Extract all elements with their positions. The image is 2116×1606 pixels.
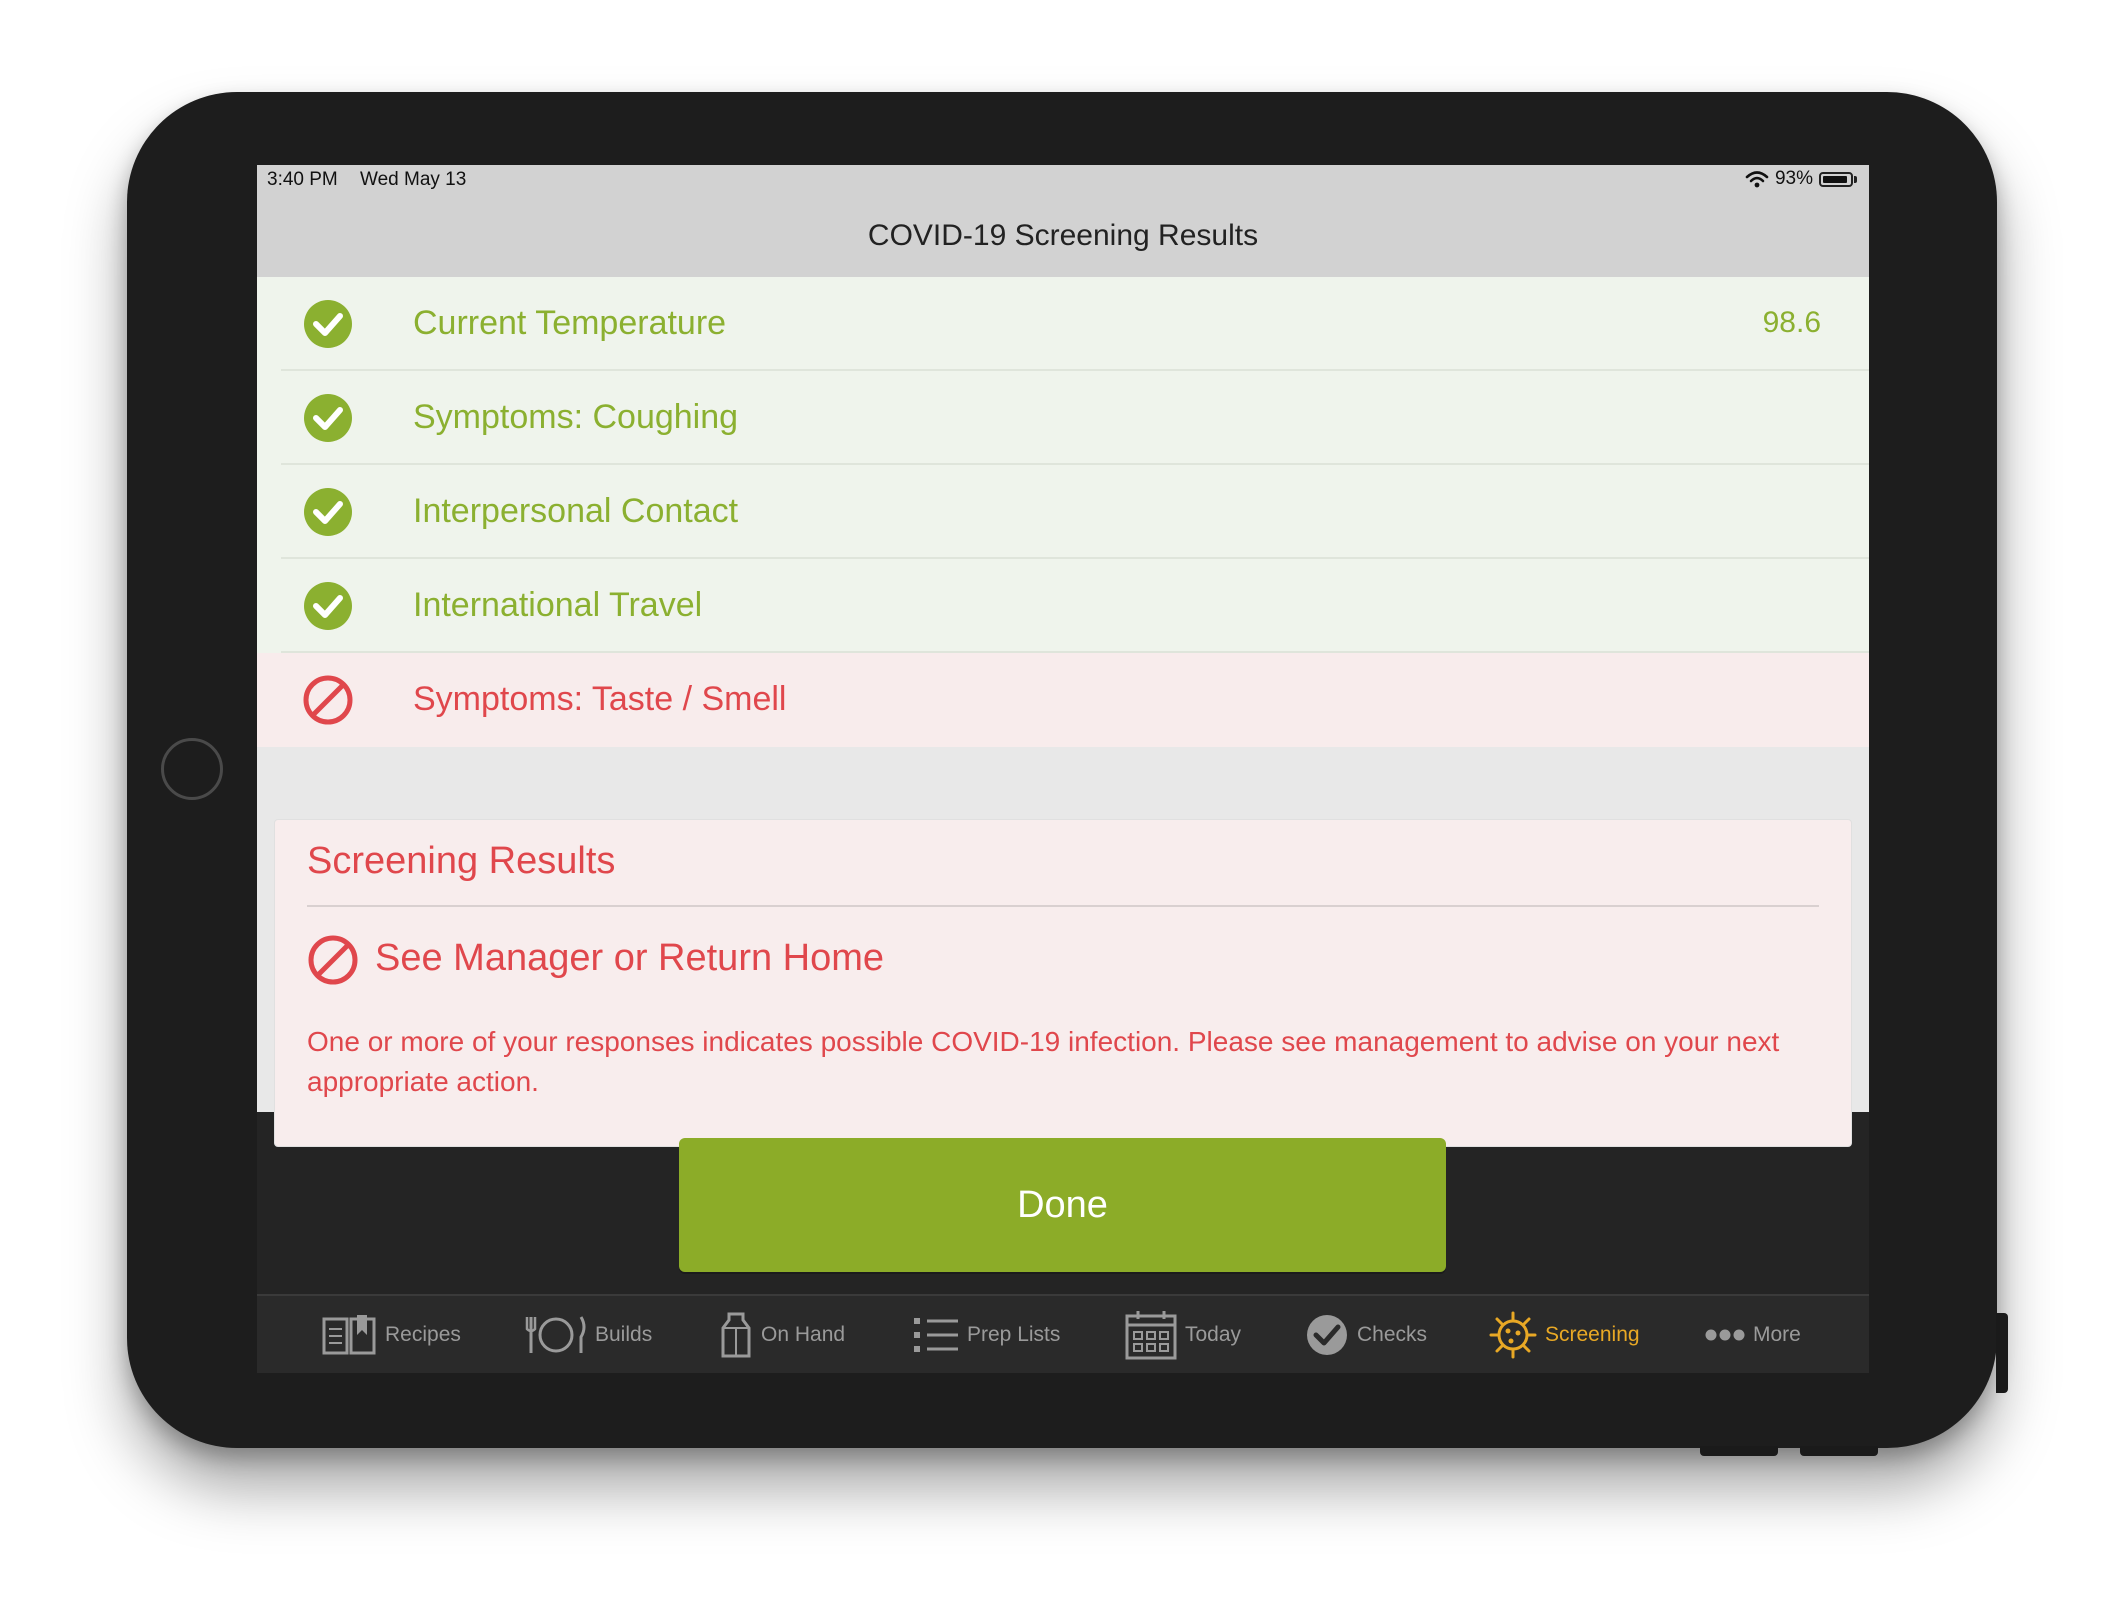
volume-button[interactable] (1800, 1446, 1878, 1456)
tab-label: Checks (1357, 1322, 1428, 1346)
ellipsis-icon (1705, 1329, 1745, 1340)
recipes-book-icon (322, 1314, 376, 1354)
tab-builds[interactable]: Builds (525, 1296, 652, 1373)
page-title: COVID-19 Screening Results (867, 219, 1259, 252)
wifi-icon (1745, 171, 1769, 188)
tab-label: Screening (1545, 1322, 1640, 1346)
tab-recipes[interactable]: Recipes (321, 1296, 461, 1373)
row-label: International Travel (413, 586, 703, 624)
screening-row-temperature[interactable]: Current Temperature 98.6 (257, 277, 1869, 371)
done-button[interactable]: Done (679, 1138, 1446, 1272)
results-message: One or more of your responses indicates … (307, 1026, 1780, 1097)
tab-label: More (1753, 1322, 1801, 1346)
tab-label: Today (1185, 1322, 1242, 1346)
fork-plate-knife-icon (525, 1315, 586, 1353)
calendar-icon (1125, 1310, 1177, 1359)
status-time: 3:40 PM (267, 169, 338, 190)
tab-label: Recipes (385, 1322, 461, 1346)
check-circle-icon (304, 300, 352, 348)
tab-on-hand[interactable]: On Hand (719, 1296, 845, 1373)
side-button[interactable] (1996, 1313, 2008, 1393)
tab-label: Builds (595, 1322, 653, 1346)
status-date: Wed May 13 (360, 169, 467, 190)
results-title: Screening Results (307, 840, 616, 882)
battery-fill (1823, 175, 1848, 183)
battery-icon (1819, 171, 1853, 187)
tab-label: Prep Lists (967, 1322, 1061, 1346)
tab-checks[interactable]: Checks (1305, 1296, 1427, 1373)
screening-results-card: Screening Results See Manager or Return … (274, 819, 1852, 1147)
screening-row-travel[interactable]: International Travel (257, 559, 1869, 653)
battery-tip (1854, 175, 1857, 183)
volume-button[interactable] (1700, 1446, 1778, 1456)
carton-icon (721, 1312, 751, 1357)
check-circle-icon (304, 488, 352, 536)
tab-today[interactable]: Today (1125, 1296, 1241, 1373)
tab-label: On Hand (761, 1322, 846, 1346)
row-label: Symptoms: Taste / Smell (413, 680, 787, 718)
checkmark-circle-icon (1307, 1314, 1347, 1355)
status-bar: 3:40 PM Wed May 13 93% (257, 165, 1869, 195)
check-circle-icon (304, 582, 352, 630)
content-area: Current Temperature 98.6 Symptoms: Cough… (257, 277, 1869, 1147)
virus-icon (1489, 1311, 1537, 1358)
tab-bar: Recipes Builds On Hand Prep Lists Today … (257, 1294, 1869, 1373)
check-circle-icon (304, 394, 352, 442)
tab-prep-lists[interactable]: Prep Lists (913, 1296, 1060, 1373)
screen: 3:40 PM Wed May 13 93% COVID-19 Screenin… (257, 165, 1869, 1373)
row-label: Symptoms: Coughing (413, 398, 739, 436)
nav-bar: COVID-19 Screening Results (257, 195, 1869, 278)
results-heading: See Manager or Return Home (375, 937, 885, 979)
screening-row-contact[interactable]: Interpersonal Contact (257, 465, 1869, 559)
battery-percent: 93% (1774, 168, 1813, 189)
home-button[interactable] (161, 738, 223, 800)
list-icon (914, 1317, 958, 1352)
results-divider (307, 905, 1819, 907)
row-label: Current Temperature (413, 304, 727, 342)
screening-row-taste-smell[interactable]: Symptoms: Taste / Smell (257, 653, 1869, 747)
row-label: Interpersonal Contact (413, 492, 739, 530)
prohibited-icon (303, 675, 353, 725)
status-right: 93% (1745, 168, 1857, 190)
tab-screening[interactable]: Screening (1489, 1296, 1640, 1373)
screening-row-coughing[interactable]: Symptoms: Coughing (257, 371, 1869, 465)
row-value: 98.6 (1762, 306, 1821, 339)
prohibited-icon (308, 935, 358, 985)
tab-more[interactable]: More (1705, 1296, 1801, 1373)
